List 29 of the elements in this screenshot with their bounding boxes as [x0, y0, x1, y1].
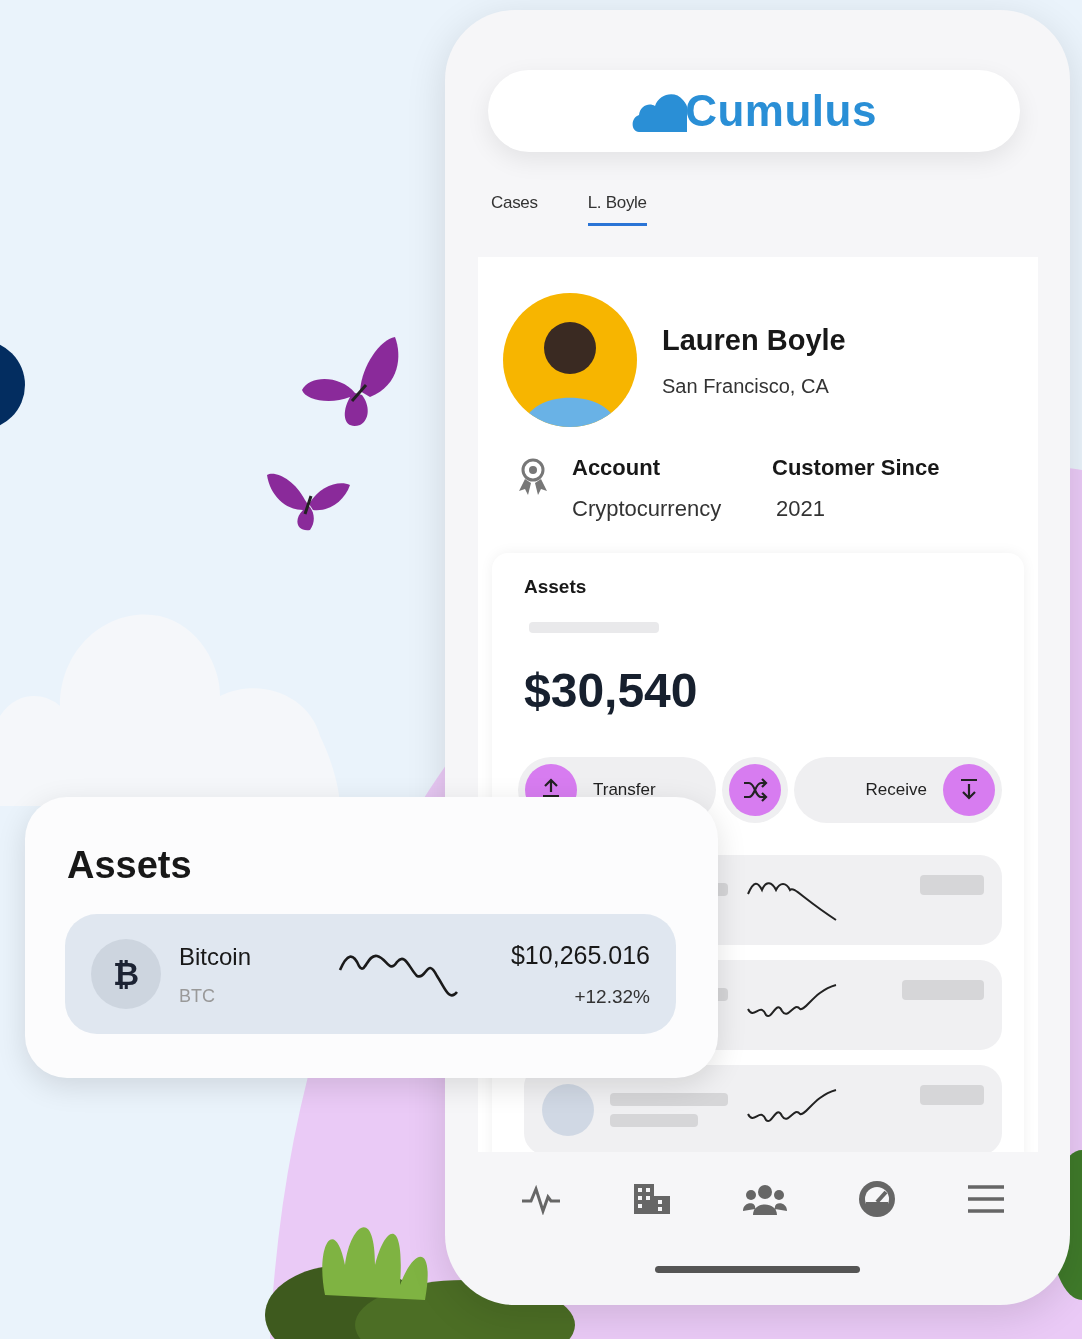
- asset-name: Bitcoin: [179, 941, 253, 972]
- popup-title: Assets: [67, 843, 193, 888]
- skeleton-bar: [920, 874, 984, 895]
- skeleton-circle: [542, 1083, 594, 1136]
- asset-row[interactable]: ₿ Bitcoin BTC $10,265.016 +12.32%: [65, 914, 676, 1034]
- receive-button[interactable]: Receive: [794, 756, 1002, 823]
- asset-symbol: BTC: [179, 984, 216, 1008]
- field-label: Account: [572, 454, 661, 482]
- asset-change: +12.32%: [573, 984, 650, 1009]
- assets-title: Assets: [524, 575, 588, 599]
- field-value: Cryptocurrency: [572, 495, 723, 523]
- activity-icon[interactable]: [520, 1183, 561, 1215]
- field-label: Customer Since: [772, 454, 940, 482]
- building-icon[interactable]: [631, 1182, 672, 1216]
- assets-amount: $30,540: [524, 662, 699, 719]
- field-value: 2021: [776, 495, 826, 523]
- tab[interactable]: L. Boyle: [587, 190, 647, 226]
- asset-price: $10,265.016: [510, 940, 650, 971]
- award-icon: [516, 457, 550, 497]
- tab[interactable]: Cases: [491, 190, 538, 226]
- people-icon[interactable]: [742, 1183, 787, 1215]
- skeleton-bar: [920, 1084, 984, 1105]
- coin-icon: ₿: [91, 939, 161, 1009]
- customer-name: Lauren Boyle: [662, 323, 846, 359]
- shuffle-icon: [741, 775, 769, 804]
- menu-icon[interactable]: [966, 1184, 1005, 1214]
- customer-location: San Francisco, CA: [662, 373, 830, 399]
- gauge-icon[interactable]: [857, 1180, 896, 1218]
- app-logo-text: Cumulus: [685, 85, 877, 137]
